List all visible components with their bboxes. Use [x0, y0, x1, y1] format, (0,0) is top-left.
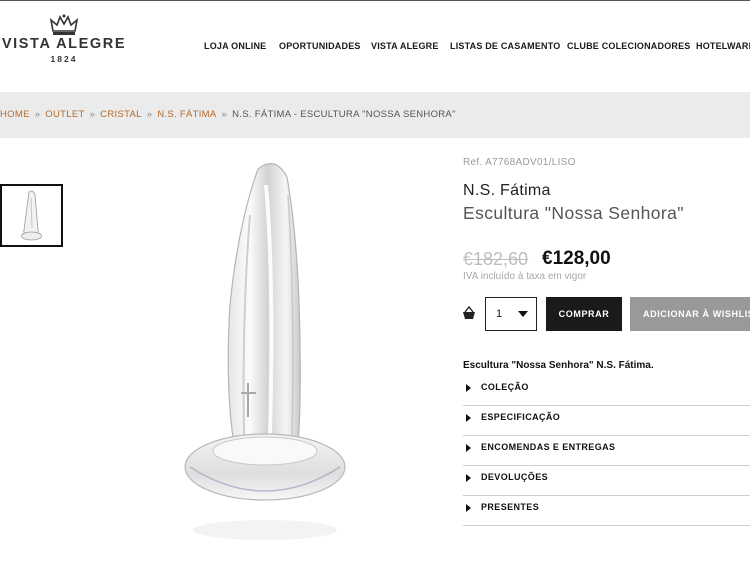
- brand-logo[interactable]: VISTA ALEGRE 1824: [0, 14, 128, 70]
- breadcrumb-ns-fatima[interactable]: N.S. FÁTIMA: [157, 109, 216, 120]
- product-description: Escultura "Nossa Senhora" N.S. Fátima.: [463, 360, 654, 371]
- breadcrumb-separator: »: [146, 109, 153, 120]
- nav-item-listas-casamento[interactable]: LISTAS DE CASAMENTO: [450, 41, 560, 51]
- brand-name: VISTA ALEGRE: [1, 36, 127, 52]
- accordion-label: PRESENTES: [481, 502, 540, 512]
- breadcrumb-separator: »: [221, 109, 228, 120]
- old-price: €182,60: [463, 249, 529, 269]
- product-title: N.S. Fátima: [463, 182, 551, 199]
- accordion-presentes[interactable]: PRESENTES: [463, 495, 750, 526]
- breadcrumb-home[interactable]: HOME: [0, 109, 30, 120]
- accordion-encomendas[interactable]: ENCOMENDAS E ENTREGAS: [463, 435, 750, 466]
- quantity-select[interactable]: 1: [485, 297, 537, 331]
- add-to-wishlist-button[interactable]: ADICIONAR À WISHLIST: [630, 297, 750, 331]
- nav-item-hotelware[interactable]: HOTELWARE: [696, 41, 750, 51]
- nav-item-oportunidades[interactable]: OPORTUNIDADES: [279, 41, 361, 51]
- accordion-label: ENCOMENDAS E ENTREGAS: [481, 442, 616, 452]
- vat-note: IVA incluído à taxa em vigor: [463, 271, 587, 282]
- product-thumbnail[interactable]: [0, 184, 63, 247]
- nav-item-vista-alegre[interactable]: VISTA ALEGRE: [371, 41, 439, 51]
- quantity-value: 1: [496, 308, 503, 320]
- top-border: [0, 0, 750, 1]
- caret-right-icon: [466, 414, 471, 422]
- current-price: €128,00: [542, 248, 611, 269]
- breadcrumb-cristal[interactable]: CRISTAL: [100, 109, 142, 120]
- caret-right-icon: [466, 474, 471, 482]
- accordion-devolucoes[interactable]: DEVOLUÇÕES: [463, 465, 750, 496]
- breadcrumb-outlet[interactable]: OUTLET: [45, 109, 84, 120]
- breadcrumb: HOME » OUTLET » CRISTAL » N.S. FÁTIMA » N.S. FÁT…: [0, 109, 456, 120]
- caret-right-icon: [466, 504, 471, 512]
- basket-icon: [463, 306, 475, 319]
- product-subtitle: Escultura "Nossa Senhora": [463, 203, 684, 223]
- caret-right-icon: [466, 444, 471, 452]
- chevron-down-icon: [518, 311, 528, 317]
- thumbnail-image: [21, 190, 42, 241]
- breadcrumb-separator: »: [89, 109, 96, 120]
- buy-button[interactable]: COMPRAR: [546, 297, 622, 331]
- product-ref: Ref. A7768ADV01/LISO: [463, 157, 576, 168]
- accordion-label: ESPECIFICAÇÃO: [481, 412, 561, 422]
- brand-year: 1824: [50, 54, 78, 64]
- breadcrumb-separator: »: [34, 109, 41, 120]
- accordion-especificacao[interactable]: ESPECIFICAÇÃO: [463, 405, 750, 436]
- accordion-colecao[interactable]: COLEÇÃO: [463, 375, 750, 406]
- product-image: [184, 162, 346, 540]
- nav-item-clube-colecionadores[interactable]: CLUBE COLECIONADORES: [567, 41, 691, 51]
- accordion-label: DEVOLUÇÕES: [481, 472, 549, 482]
- caret-right-icon: [466, 384, 471, 392]
- crown-icon: [49, 14, 79, 35]
- breadcrumb-current: N.S. FÁTIMA - ESCULTURA "NOSSA SENHORA": [232, 109, 456, 120]
- nav-item-loja-online[interactable]: LOJA ONLINE: [204, 41, 266, 51]
- accordion-label: COLEÇÃO: [481, 382, 529, 392]
